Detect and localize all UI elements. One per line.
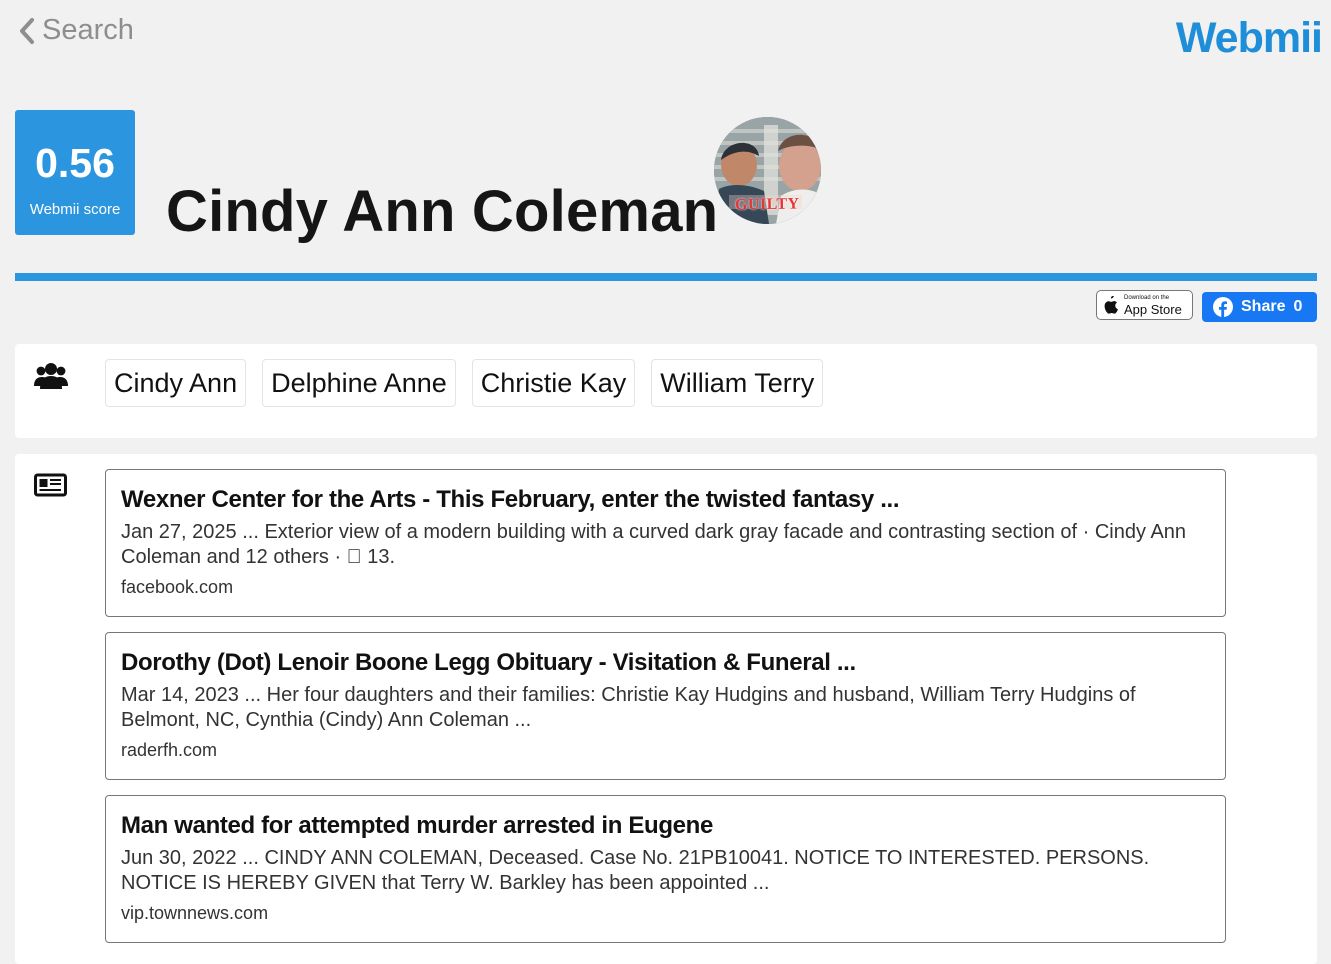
search-results-panel: Wexner Center for the Arts - This Februa… — [15, 454, 1317, 964]
back-to-search-link[interactable]: Search — [18, 14, 134, 47]
search-result-card[interactable]: Wexner Center for the Arts - This Februa… — [105, 469, 1226, 617]
search-result-card[interactable]: Man wanted for attempted murder arrested… — [105, 795, 1226, 943]
webmii-score-box: 0.56 Webmii score — [15, 110, 135, 235]
related-name-chip[interactable]: Delphine Anne — [262, 359, 456, 407]
newspaper-icon — [34, 473, 67, 497]
facebook-icon — [1213, 297, 1233, 317]
people-icon — [34, 361, 68, 391]
result-snippet: Mar 14, 2023 ... Her four daughters and … — [121, 684, 1136, 731]
profile-avatar: GUILTY — [714, 117, 821, 224]
related-name-chip[interactable]: William Terry — [651, 359, 824, 407]
result-snippet: Jun 30, 2022 ... CINDY ANN COLEMAN, Dece… — [121, 847, 1150, 894]
score-value: 0.56 — [35, 140, 115, 186]
result-snippet: Jan 27, 2025 ... Exterior view of a mode… — [121, 521, 1187, 568]
result-domain[interactable]: raderfh.com — [121, 739, 1210, 761]
share-label: Share — [1241, 298, 1286, 315]
facebook-share-button[interactable]: Share 0 — [1202, 292, 1317, 322]
app-store-label: App Store — [1124, 301, 1182, 317]
blue-divider — [15, 273, 1317, 281]
related-name-chip[interactable]: Cindy Ann — [105, 359, 247, 407]
avatar-overlay-label: GUILTY — [734, 195, 800, 214]
apple-icon — [1104, 296, 1118, 314]
person-name: Cindy Ann Coleman — [166, 178, 719, 244]
result-title[interactable]: Wexner Center for the Arts - This Februa… — [121, 485, 1210, 515]
result-domain[interactable]: vip.townnews.com — [121, 902, 1210, 924]
search-result-card[interactable]: Dorothy (Dot) Lenoir Boone Legg Obituary… — [105, 632, 1226, 780]
app-store-text: Download on the App Store — [1124, 295, 1182, 316]
app-store-small-label: Download on the — [1124, 294, 1170, 301]
back-label: Search — [42, 14, 134, 46]
related-name-chip[interactable]: Christie Kay — [471, 359, 636, 407]
result-title[interactable]: Dorothy (Dot) Lenoir Boone Legg Obituary… — [121, 648, 1210, 678]
results-list: Wexner Center for the Arts - This Februa… — [105, 469, 1226, 958]
share-count: 0 — [1293, 298, 1303, 315]
app-store-badge[interactable]: Download on the App Store — [1096, 290, 1193, 320]
webmii-logo[interactable]: Webmii — [1176, 14, 1323, 63]
chevron-left-icon — [20, 17, 34, 44]
related-name-list: Cindy Ann Delphine Anne Christie Kay Wil… — [105, 359, 824, 407]
result-domain[interactable]: facebook.com — [121, 576, 1210, 598]
related-names-panel: Cindy Ann Delphine Anne Christie Kay Wil… — [15, 344, 1317, 438]
result-title[interactable]: Man wanted for attempted murder arrested… — [121, 811, 1210, 841]
score-label: Webmii score — [29, 201, 121, 218]
top-bar: Search Webmii — [0, 0, 1331, 70]
